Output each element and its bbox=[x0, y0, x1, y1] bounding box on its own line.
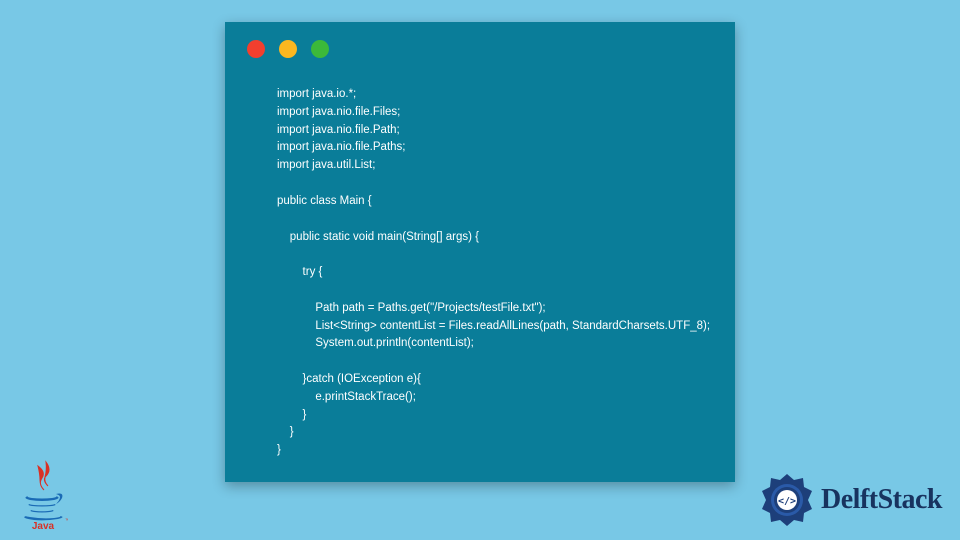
close-icon bbox=[247, 40, 265, 58]
delftstack-badge-icon: </> bbox=[759, 472, 815, 528]
minimize-icon bbox=[279, 40, 297, 58]
svg-text:™: ™ bbox=[65, 518, 68, 524]
java-logo-icon: Java ™ bbox=[18, 460, 68, 530]
svg-text:Java: Java bbox=[32, 521, 55, 530]
window-controls bbox=[225, 22, 735, 68]
svg-text:</>: </> bbox=[778, 496, 796, 507]
delftstack-logo: </> DelftStack bbox=[759, 472, 942, 528]
code-content: import java.io.*; import java.nio.file.F… bbox=[225, 68, 735, 480]
code-window: import java.io.*; import java.nio.file.F… bbox=[225, 22, 735, 482]
brand-name: DelftStack bbox=[821, 484, 942, 516]
maximize-icon bbox=[311, 40, 329, 58]
